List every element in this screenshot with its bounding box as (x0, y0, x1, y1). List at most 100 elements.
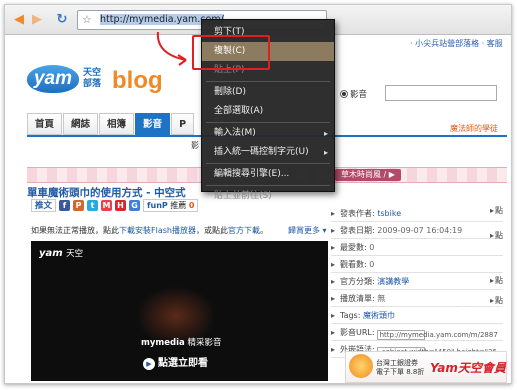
flash-download-link[interactable]: 下載安裝Flash播放器 (119, 226, 196, 235)
info-publisher: 發表作者: tsbike (331, 205, 503, 222)
video-player[interactable]: yam 天空 mymedia 精采影音 ▶ 點選立即看 (31, 241, 328, 381)
right-column-item[interactable]: 點 (490, 205, 503, 216)
video-url-field[interactable]: http://mymedia.yam.com/m/2887 (376, 330, 498, 340)
info-date: 發表日期: 2009-09-07 16:04:19 (331, 222, 503, 239)
context-menu-item[interactable]: 輸入法(M) ▸ (202, 124, 334, 143)
info-tags-value[interactable]: 魔術頭巾 (363, 311, 395, 320)
info-date-value: 2009-09-07 16:04:19 (377, 226, 463, 235)
info-views-label: 觀看數: (340, 260, 367, 269)
plurk-icon[interactable]: P (73, 200, 85, 211)
funp-brand: funP (147, 201, 168, 210)
context-menu-item: 貼上並前往(S) (202, 187, 334, 206)
context-menu-item[interactable]: 編輯搜尋引擎(E)... (202, 165, 334, 184)
info-url-label: 影音URL: (340, 328, 375, 337)
watch-now-button[interactable]: ▶ 點選立即看 (143, 354, 208, 370)
notice-mid: ，或點此 (195, 226, 228, 235)
submenu-arrow-icon: ▸ (323, 129, 328, 138)
nav-tab[interactable]: 網誌 (63, 113, 99, 135)
share-label[interactable]: 推文 (31, 199, 57, 212)
radio-dot[interactable] (340, 90, 348, 98)
funp-count: 0 (188, 201, 195, 210)
hemidemi-icon[interactable]: H (115, 200, 127, 211)
nav-tab[interactable]: P (171, 113, 195, 135)
menu-separator (206, 122, 330, 123)
context-menu-item-label: 插入統一碼控制字元(U) (214, 147, 309, 157)
context-menu-item[interactable]: 刪除(D) (202, 83, 334, 102)
funp-recommend-button[interactable]: funP 推薦 0 (143, 199, 199, 212)
logo-blog-text: blog (112, 67, 163, 94)
info-views-value: 0 (369, 260, 375, 269)
funp-label: 推薦 (170, 201, 187, 210)
watch-now-label: 點選立即看 (158, 358, 208, 369)
star-icon[interactable]: ☆ (82, 13, 92, 26)
player-logo-sub: 天空 (66, 249, 84, 259)
site-logo[interactable]: yam 天空 部落 blog (27, 65, 167, 105)
info-rating: 最愛數: 0 (331, 239, 503, 256)
arrow-left-icon[interactable]: ◀ (11, 12, 27, 28)
player-brand: mymedia 精采影音 (141, 336, 221, 348)
flash-notice: 如果無法正常播放，點此下載安裝Flash播放器，或點此官方下載。 (31, 225, 268, 236)
context-menu-item-label: 編輯搜尋引擎(E)... (214, 169, 290, 179)
logo-subtitle-line1: 天空 (83, 68, 102, 78)
info-playlist-label: 播放清單: (340, 294, 375, 303)
logo-subtitle-line2: 部落 (83, 79, 102, 89)
search-radio-label: 影音 (350, 90, 368, 100)
right-column-item[interactable]: 點 (490, 275, 503, 286)
menu-separator (206, 81, 330, 82)
info-views: 觀看數: 0 (331, 256, 503, 273)
search-radio-video[interactable]: 影音 (340, 88, 367, 100)
myshare-icon[interactable]: M (101, 200, 113, 211)
ad-logo (349, 354, 373, 378)
info-rating-label: 最愛數: (340, 243, 367, 252)
google-icon[interactable]: G (129, 200, 141, 211)
twitter-icon[interactable]: t (87, 200, 99, 211)
player-logo-yam: yam (39, 248, 63, 259)
site-nav: 首頁 網誌 相簿 影音 P (27, 113, 195, 135)
nav-tab[interactable]: 影音 (135, 113, 171, 135)
player-brand-bold: mymedia (141, 338, 185, 348)
banner-button[interactable]: 草木時尚風 / ▶ (335, 169, 401, 181)
site-search-input[interactable] (385, 85, 497, 101)
right-note-link[interactable]: 魔法師的學徒 (450, 123, 498, 134)
yam-logo-mark: yam (27, 65, 79, 93)
highlight-box (192, 35, 270, 70)
ad-bank-text: 台灣工銀證券 電子下單 8.8折 (376, 359, 424, 377)
info-url: 影音URL:http://mymedia.yam.com/m/2887 (331, 324, 503, 341)
context-menu-item-label: 輸入法(M) (214, 128, 256, 138)
official-download-link[interactable]: 官方下載 (228, 226, 260, 235)
browser-window: ◀ ▶ ↻ ☆ http://mymedia.yam.com/ · 小尖兵站營部… (4, 4, 512, 384)
info-date-label: 發表日期: (340, 226, 375, 235)
info-category: 官方分類: 演講教學 (331, 273, 503, 290)
ad-yam-member: Yam天空會員 (430, 361, 506, 375)
post-title[interactable]: 單車魔術頭巾的使用方式 - 中空式 (27, 185, 186, 200)
context-menu-item-label: 貼上並前往(S) (214, 191, 272, 201)
facebook-icon[interactable]: f (59, 200, 71, 211)
logo-subtitle: 天空 部落 (83, 68, 101, 90)
nav-tab[interactable]: 首頁 (27, 113, 63, 135)
info-category-label: 官方分類: (340, 277, 375, 286)
player-brand-rest: 精采影音 (184, 338, 222, 348)
right-column-item[interactable]: 點 (490, 230, 503, 241)
play-icon: ▶ (143, 358, 155, 370)
wide-view-link[interactable]: 歸賞更多 ▾ (288, 225, 327, 236)
context-menu-item-label: 全部選取(A) (214, 106, 264, 116)
reload-icon[interactable]: ↻ (54, 12, 70, 28)
ad-bank-sub: 電子下單 8.8折 (376, 368, 425, 376)
video-info-panel: 發表作者: tsbike 發表日期: 2009-09-07 16:04:19 最… (331, 205, 503, 358)
info-playlist-value: 無 (377, 294, 386, 303)
context-menu-item-label: 刪除(D) (214, 87, 246, 97)
info-publisher-value[interactable]: tsbike (377, 209, 401, 218)
info-category-value[interactable]: 演講教學 (377, 277, 409, 286)
info-tags-label: Tags: (340, 311, 361, 320)
subnav-label[interactable]: 影 (191, 140, 199, 151)
nav-tab[interactable]: 相簿 (99, 113, 135, 135)
context-menu-item[interactable]: 插入統一碼控制字元(U) ▸ (202, 143, 334, 162)
player-logo: yam 天空 (39, 247, 83, 259)
menu-separator (206, 185, 330, 186)
ad-bank-name: 台灣工銀證券 (376, 359, 418, 367)
context-menu-item[interactable]: 全部選取(A) (202, 102, 334, 121)
notice-suffix: 。 (259, 226, 268, 235)
top-links[interactable]: · 小尖兵站營部落格 · 客服 (410, 38, 503, 49)
arrow-right-icon[interactable]: ▶ (29, 12, 45, 28)
ad-banner[interactable]: 台灣工銀證券 電子下單 8.8折 Yam天空會員 (345, 351, 507, 383)
